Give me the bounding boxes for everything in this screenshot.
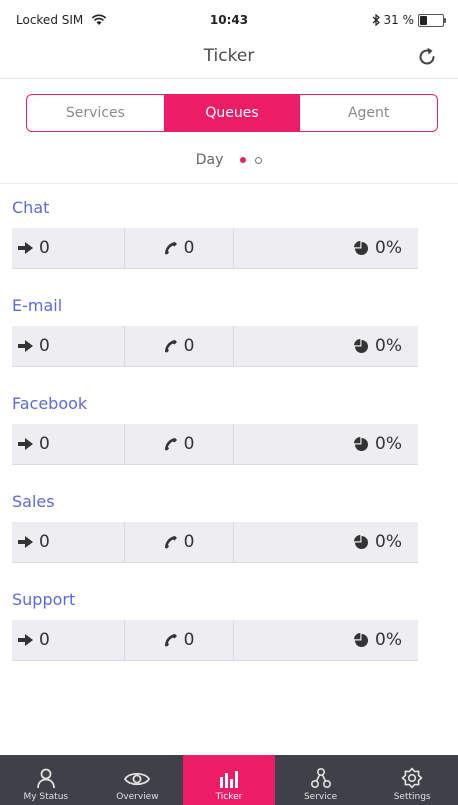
percent-value: 0%: [375, 532, 402, 552]
calls-stat: 0: [125, 326, 234, 366]
eye-icon: [124, 772, 151, 786]
pie-chart-icon: [354, 632, 369, 647]
waiting-stat: 0: [12, 522, 125, 562]
person-icon: [36, 768, 55, 789]
waiting-stat: 0: [12, 620, 125, 660]
phone-icon: [164, 242, 177, 255]
service-level-stat: 0%: [234, 326, 418, 366]
queue-stats: 0 0 0%: [12, 228, 418, 269]
queue-title: E-mail: [12, 296, 63, 315]
percent-value: 0%: [375, 630, 402, 650]
queue-title: Sales: [12, 492, 55, 511]
tab-label: Overview: [116, 792, 159, 802]
waiting-value: 0: [39, 336, 50, 356]
phone-icon: [164, 340, 177, 353]
queue-stats: 0 0 0%: [12, 522, 418, 563]
battery-percent: 31 %: [383, 13, 415, 27]
tab-ticker[interactable]: Ticker: [183, 755, 275, 805]
page-indicator[interactable]: Day: [0, 152, 458, 168]
queue-stats: 0 0 0%: [12, 620, 418, 661]
service-level-stat: 0%: [234, 228, 418, 268]
calls-value: 0: [183, 434, 195, 454]
phone-icon: [164, 438, 177, 451]
service-level-stat: 0%: [234, 522, 418, 562]
battery-status: 31 %: [372, 13, 446, 27]
waiting-stat: 0: [12, 424, 125, 464]
tab-label: My Status: [23, 792, 69, 802]
tab-label: Service: [303, 792, 338, 802]
waiting-value: 0: [39, 434, 50, 454]
queue-stats: 0 0 0%: [12, 326, 418, 367]
tab-overview[interactable]: Overview: [92, 755, 184, 805]
calls-value: 0: [183, 532, 195, 552]
queue-stats: 0 0 0%: [12, 424, 418, 465]
service-level-stat: 0%: [234, 424, 418, 464]
page-dot[interactable]: [255, 156, 263, 164]
gear-icon: [401, 767, 423, 789]
tab-label: Ticker: [215, 792, 243, 802]
bar-chart-icon: [219, 771, 238, 788]
page-dot-active[interactable]: [239, 157, 246, 163]
calls-stat: 0: [125, 424, 234, 464]
service-level-stat: 0%: [234, 620, 418, 660]
arrow-right-icon: [18, 340, 33, 352]
calls-stat: 0: [125, 228, 234, 268]
pie-chart-icon: [354, 534, 369, 549]
pie-chart-icon: [354, 338, 369, 353]
battery-icon: [418, 13, 446, 27]
segment-agent[interactable]: Agent: [300, 95, 437, 131]
tab-my-status[interactable]: My Status: [0, 755, 92, 805]
percent-value: 0%: [375, 336, 402, 356]
waiting-stat: 0: [12, 228, 125, 268]
waiting-stat: 0: [12, 326, 125, 366]
segment-services[interactable]: Services: [27, 95, 164, 131]
status-bar: Locked SIM 10:43 31 %: [0, 0, 458, 40]
calls-value: 0: [183, 336, 195, 356]
arrow-right-icon: [18, 438, 33, 450]
calls-stat: 0: [125, 620, 234, 660]
queue-title: Facebook: [12, 394, 88, 413]
period-label: Day: [195, 152, 224, 168]
percent-value: 0%: [375, 238, 402, 258]
tab-settings[interactable]: Settings: [366, 755, 458, 805]
waiting-value: 0: [39, 532, 50, 552]
refresh-icon[interactable]: [414, 44, 440, 70]
tab-bar: My Status Overview Ticker Service Settin…: [0, 755, 458, 805]
phone-icon: [164, 536, 177, 549]
queue-title: Support: [12, 590, 76, 609]
percent-value: 0%: [375, 434, 402, 454]
calls-value: 0: [183, 238, 195, 258]
network-icon: [310, 767, 331, 789]
segmented-control: Services Queues Agent: [26, 94, 438, 132]
navigation-bar: Ticker: [0, 40, 458, 79]
divider: [0, 183, 458, 184]
pie-chart-icon: [354, 240, 369, 255]
arrow-right-icon: [18, 634, 33, 646]
pie-chart-icon: [354, 436, 369, 451]
waiting-value: 0: [39, 630, 50, 650]
tab-label: Settings: [393, 792, 431, 802]
queue-title: Chat: [12, 198, 50, 217]
tab-service[interactable]: Service: [275, 755, 367, 805]
waiting-value: 0: [39, 238, 50, 258]
arrow-right-icon: [18, 536, 33, 548]
bluetooth-icon: [372, 14, 380, 26]
calls-value: 0: [183, 630, 195, 650]
arrow-right-icon: [18, 242, 33, 254]
phone-icon: [164, 634, 177, 647]
page-title: Ticker: [203, 46, 255, 66]
segment-queues[interactable]: Queues: [163, 95, 301, 131]
calls-stat: 0: [125, 522, 234, 562]
